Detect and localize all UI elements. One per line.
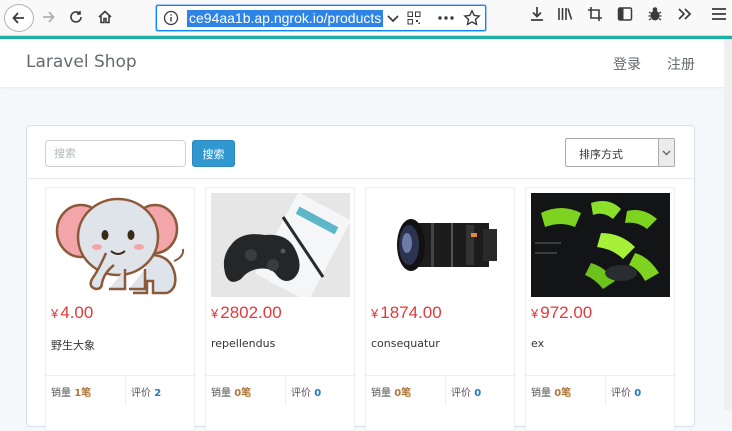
url-text[interactable]: ce94aa1b.ap.ngrok.io/products bbox=[187, 10, 384, 27]
filter-divider bbox=[27, 178, 694, 179]
sort-select[interactable]: 排序方式 bbox=[565, 138, 675, 167]
register-link[interactable]: 注册 bbox=[667, 54, 695, 74]
game-controller-image bbox=[211, 193, 350, 297]
login-link[interactable]: 登录 bbox=[613, 54, 641, 74]
elephant-cartoon-image bbox=[55, 197, 185, 295]
url-bar[interactable]: ce94aa1b.ap.ngrok.io/products bbox=[156, 5, 486, 31]
review-count: 评价 2 bbox=[131, 388, 162, 399]
stats-separator bbox=[285, 376, 286, 406]
product-title[interactable]: ex bbox=[531, 337, 544, 350]
product-title[interactable]: 野生大象 bbox=[51, 337, 95, 353]
chevron-down-icon bbox=[662, 150, 671, 156]
product-card[interactable]: ¥2802.00 repellendus 销量 0笔 评价 0 bbox=[205, 187, 355, 431]
star-icon[interactable] bbox=[463, 9, 481, 27]
product-card[interactable]: ¥1874.00 consequatur 销量 0笔 评价 0 bbox=[365, 187, 515, 431]
more-actions-icon[interactable] bbox=[437, 12, 455, 24]
product-stats: 销量 1笔 评价 2 bbox=[46, 375, 194, 406]
arrow-left-icon bbox=[12, 12, 24, 24]
sidebar-icon[interactable] bbox=[616, 5, 634, 23]
forward-button[interactable] bbox=[36, 3, 60, 31]
sold-count: 销量 0笔 bbox=[371, 388, 412, 399]
green-controller-parts-image bbox=[531, 193, 670, 297]
product-image[interactable] bbox=[51, 193, 190, 297]
site-navbar: Laravel Shop 登录 注册 bbox=[0, 39, 724, 87]
brand-link[interactable]: Laravel Shop bbox=[26, 52, 137, 72]
browser-toolbar: ce94aa1b.ap.ngrok.io/products bbox=[0, 0, 732, 36]
product-title[interactable]: repellendus bbox=[211, 337, 275, 350]
download-icon[interactable] bbox=[528, 5, 546, 23]
stats-separator bbox=[605, 376, 606, 406]
product-title[interactable]: consequatur bbox=[371, 337, 440, 350]
camera-lens-image bbox=[397, 219, 497, 271]
home-button[interactable] bbox=[92, 3, 118, 31]
product-price: ¥4.00 bbox=[51, 303, 94, 322]
overflow-chevron-icon[interactable] bbox=[676, 5, 694, 23]
dropdown-arrow[interactable] bbox=[658, 139, 674, 166]
info-icon[interactable] bbox=[163, 10, 179, 26]
qr-code-icon[interactable] bbox=[407, 11, 421, 25]
product-price: ¥1874.00 bbox=[371, 303, 442, 322]
stats-separator bbox=[125, 376, 126, 406]
review-count: 评价 0 bbox=[451, 388, 482, 399]
search-button[interactable]: 搜索 bbox=[192, 140, 235, 167]
products-panel: 搜索 排序方式 ¥4.00 野生大象 bbox=[26, 125, 695, 431]
sold-count: 销量 0笔 bbox=[531, 388, 572, 399]
library-icon[interactable] bbox=[556, 5, 574, 23]
page-scrollbar[interactable] bbox=[724, 39, 732, 410]
review-count: 评价 0 bbox=[291, 388, 322, 399]
review-count: 评价 0 bbox=[611, 388, 642, 399]
chevron-down-icon[interactable] bbox=[385, 10, 401, 26]
search-input[interactable] bbox=[45, 140, 186, 167]
sold-count: 销量 1笔 bbox=[51, 388, 92, 399]
bug-extension-icon[interactable] bbox=[646, 5, 664, 23]
crop-screenshot-icon[interactable] bbox=[586, 5, 604, 23]
sort-select-value: 排序方式 bbox=[579, 148, 623, 161]
sold-count: 销量 0笔 bbox=[211, 388, 252, 399]
back-button[interactable] bbox=[4, 4, 34, 32]
product-stats: 销量 0笔 评价 0 bbox=[526, 375, 674, 406]
home-icon bbox=[98, 10, 112, 24]
product-stats: 销量 0笔 评价 0 bbox=[366, 375, 514, 406]
product-price: ¥2802.00 bbox=[211, 303, 282, 322]
reload-button[interactable] bbox=[64, 3, 88, 31]
product-card[interactable]: ¥4.00 野生大象 销量 1笔 评价 2 bbox=[45, 187, 195, 431]
product-card[interactable]: ¥972.00 ex 销量 0笔 评价 0 bbox=[525, 187, 675, 431]
product-price: ¥972.00 bbox=[531, 303, 593, 322]
reload-icon bbox=[70, 11, 82, 23]
product-image[interactable] bbox=[371, 193, 510, 297]
product-stats: 销量 0笔 评价 0 bbox=[206, 375, 354, 406]
product-image[interactable] bbox=[211, 193, 350, 297]
arrow-right-icon bbox=[43, 11, 55, 23]
product-image[interactable] bbox=[531, 193, 670, 297]
hamburger-menu-icon[interactable] bbox=[710, 5, 728, 23]
stats-separator bbox=[445, 376, 446, 406]
